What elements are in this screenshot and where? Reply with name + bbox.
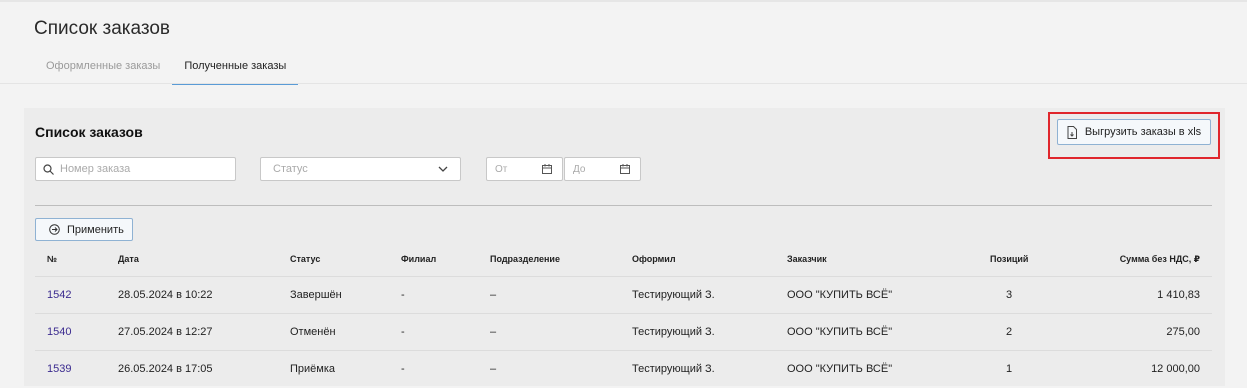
order-placed-by: Тестирующий З.: [632, 289, 715, 301]
column-header-number[interactable]: №: [47, 254, 57, 264]
order-sum: 12 000,00: [1151, 363, 1200, 375]
status-select[interactable]: Статус: [260, 157, 461, 181]
order-positions: 2: [1006, 326, 1013, 338]
filters-divider: [35, 205, 1212, 206]
order-placed-by: Тестирующий З.: [632, 326, 715, 338]
order-department: –: [490, 363, 497, 375]
order-sum: 275,00: [1166, 326, 1200, 338]
date-from-placeholder: От: [495, 163, 508, 175]
order-number-search-input[interactable]: Номер заказа: [35, 157, 236, 181]
chevron-down-icon: [438, 166, 448, 172]
order-status: Отменён: [290, 326, 336, 338]
order-date: 27.05.2024 в 12:27: [118, 326, 213, 338]
order-status: Завершён: [290, 289, 342, 301]
calendar-icon: [620, 164, 630, 174]
order-status: Приёмка: [290, 363, 336, 375]
column-header-positions[interactable]: Позиций: [990, 254, 1028, 264]
date-from-input[interactable]: От: [486, 157, 563, 181]
apply-label: Применить: [67, 223, 124, 236]
order-department: –: [490, 326, 497, 338]
column-header-department[interactable]: Подразделение: [490, 254, 560, 264]
tabs: Оформленные заказы Полученные заказы: [34, 52, 299, 85]
order-positions: 3: [1006, 289, 1013, 301]
order-department: –: [490, 289, 497, 301]
arrow-circle-right-icon: [49, 224, 60, 235]
order-date: 28.05.2024 в 10:22: [118, 289, 213, 301]
tab-received-orders[interactable]: Полученные заказы: [172, 52, 299, 85]
tab-placed-orders[interactable]: Оформленные заказы: [34, 52, 172, 84]
order-branch: -: [401, 289, 405, 301]
date-to-placeholder: До: [573, 163, 586, 175]
column-header-sum[interactable]: Сумма без НДС, ₽: [1090, 254, 1200, 265]
order-customer: ООО "КУПИТЬ ВСЁ": [787, 289, 893, 301]
order-placed-by: Тестирующий З.: [632, 363, 715, 375]
panel-title: Список заказов: [35, 124, 143, 140]
order-customer: ООО "КУПИТЬ ВСЁ": [787, 363, 893, 375]
order-customer: ООО "КУПИТЬ ВСЁ": [787, 326, 893, 338]
order-number-link[interactable]: 1542: [47, 289, 71, 301]
order-number-link[interactable]: 1539: [47, 363, 71, 375]
table-row[interactable]: 1539 26.05.2024 в 17:05 Приёмка - – Тест…: [35, 350, 1212, 388]
table-row[interactable]: 1542 28.05.2024 в 10:22 Завершён - – Тес…: [35, 276, 1212, 314]
order-number-placeholder: Номер заказа: [60, 163, 131, 175]
column-header-customer[interactable]: Заказчик: [787, 254, 827, 264]
table-row[interactable]: 1540 27.05.2024 в 12:27 Отменён - – Тест…: [35, 313, 1212, 351]
file-export-icon: [1067, 125, 1077, 139]
order-sum: 1 410,83: [1157, 289, 1200, 301]
calendar-icon: [542, 164, 552, 174]
apply-button[interactable]: Применить: [35, 218, 133, 241]
column-header-status[interactable]: Статус: [290, 254, 320, 264]
tabs-divider: [0, 83, 1247, 84]
orders-panel: Список заказов Выгрузить заказы в xls Но…: [24, 108, 1225, 386]
date-to-input[interactable]: До: [564, 157, 641, 181]
page-title: Список заказов: [34, 18, 171, 39]
order-branch: -: [401, 326, 405, 338]
status-placeholder: Статус: [273, 163, 308, 175]
column-header-branch[interactable]: Филиал: [401, 254, 436, 264]
export-xls-label: Выгрузить заказы в xls: [1084, 126, 1202, 138]
column-header-date[interactable]: Дата: [118, 254, 139, 264]
top-border: [0, 0, 1247, 2]
export-xls-button[interactable]: Выгрузить заказы в xls: [1057, 119, 1211, 145]
order-branch: -: [401, 363, 405, 375]
order-number-link[interactable]: 1540: [47, 326, 71, 338]
order-positions: 1: [1006, 363, 1013, 375]
column-header-placed-by[interactable]: Оформил: [632, 254, 676, 264]
search-icon: [43, 163, 54, 175]
order-date: 26.05.2024 в 17:05: [118, 363, 213, 375]
